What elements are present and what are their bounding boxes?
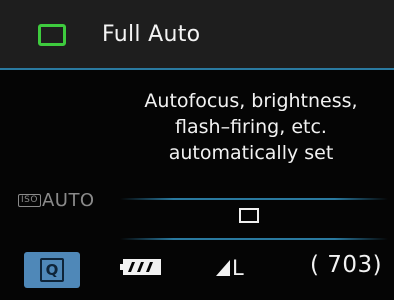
- description-line-2: flash–firing, etc.: [175, 116, 327, 138]
- description-line-1: Autofocus, brightness,: [144, 90, 358, 112]
- image-quality-label: L: [232, 256, 244, 280]
- iso-value: AUTO: [41, 190, 95, 211]
- divider-line-upper: [120, 198, 388, 200]
- quick-control-label: Q: [40, 258, 64, 282]
- quality-fine-triangle-icon: [216, 260, 230, 276]
- divider-line-lower: [120, 238, 388, 240]
- mode-description: Autofocus, brightness, flash–firing, etc…: [128, 88, 374, 166]
- quick-control-button[interactable]: Q: [24, 252, 80, 288]
- mode-label: Full Auto: [102, 22, 201, 47]
- single-shot-drive-icon: [239, 208, 259, 223]
- battery-full-icon: [120, 259, 161, 275]
- iso-tag: ISO: [18, 194, 41, 207]
- description-line-3: automatically set: [168, 142, 334, 164]
- shots-remaining: ( 703): [310, 252, 383, 278]
- image-quality: L: [216, 256, 244, 280]
- full-auto-mode-icon: [38, 24, 66, 46]
- mode-header: Full Auto: [0, 0, 394, 70]
- camera-lcd-screen: Full Auto Autofocus, brightness, flash–f…: [0, 0, 394, 300]
- iso-setting: ISO AUTO: [18, 190, 95, 211]
